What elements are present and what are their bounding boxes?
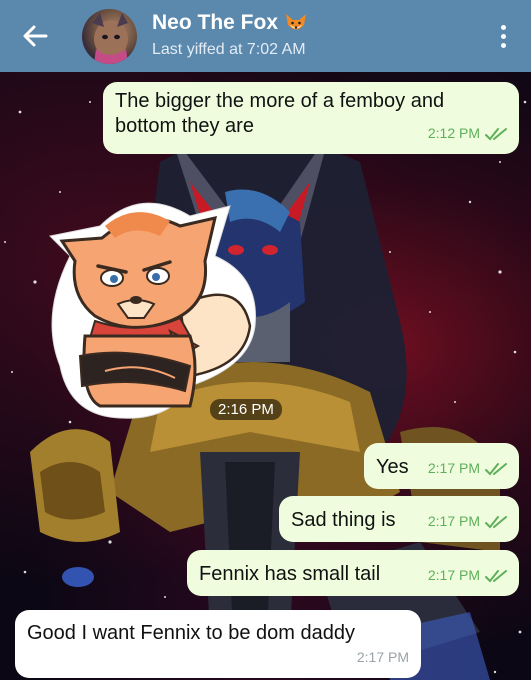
message-bubble-outgoing[interactable]: Yes 2:17 PM [364, 443, 519, 489]
contact-name[interactable]: Neo The Fox [152, 11, 308, 35]
double-check-icon [485, 127, 507, 140]
message-time: 2:17 PM [427, 460, 480, 476]
sticker-message[interactable] [40, 196, 270, 422]
chat-header: Neo The Fox Last yiffed at 7:02 AM [0, 0, 531, 72]
message-text: The bigger the more of a femboy and [115, 90, 445, 112]
message-bubble-outgoing[interactable]: The bigger the more of a femboy and bott… [103, 82, 519, 154]
angry-fox-sticker [48, 202, 256, 419]
message-meta: 2:12 PM [428, 121, 507, 146]
more-vertical-icon [500, 24, 506, 30]
message-time: 2:17 PM [427, 567, 480, 583]
fox-emoji-icon [286, 14, 307, 30]
message-time: 2:12 PM [427, 125, 480, 141]
arrow-left-icon [23, 25, 48, 47]
message-meta: 2:17 PM [357, 645, 409, 670]
message-meta: 2:17 PM [428, 456, 507, 481]
message-meta: 2:17 PM [428, 563, 507, 588]
message-text: Good I want Fennix to be dom daddy [27, 622, 355, 644]
contact-name-text: Neo The Fox [152, 11, 279, 34]
message-bubble-outgoing[interactable]: Sad thing is 2:17 PM [279, 496, 519, 542]
message-meta: 2:17 PM [428, 509, 507, 534]
contact-status: Last yiffed at 7:02 AM [152, 41, 306, 58]
double-check-icon [485, 462, 507, 475]
back-button[interactable] [20, 22, 50, 50]
double-check-icon [485, 569, 507, 582]
sticker-time: 2:16 PM [210, 399, 282, 420]
double-check-icon [485, 515, 507, 528]
contact-avatar[interactable] [82, 9, 137, 64]
message-bubble-incoming[interactable]: Good I want Fennix to be dom daddy 2:17 … [15, 610, 421, 678]
more-menu-button[interactable] [495, 22, 511, 50]
message-bubble-outgoing[interactable]: Fennix has small tail 2:17 PM [187, 550, 519, 596]
message-time: 2:17 PM [356, 649, 409, 665]
message-time: 2:17 PM [427, 513, 480, 529]
